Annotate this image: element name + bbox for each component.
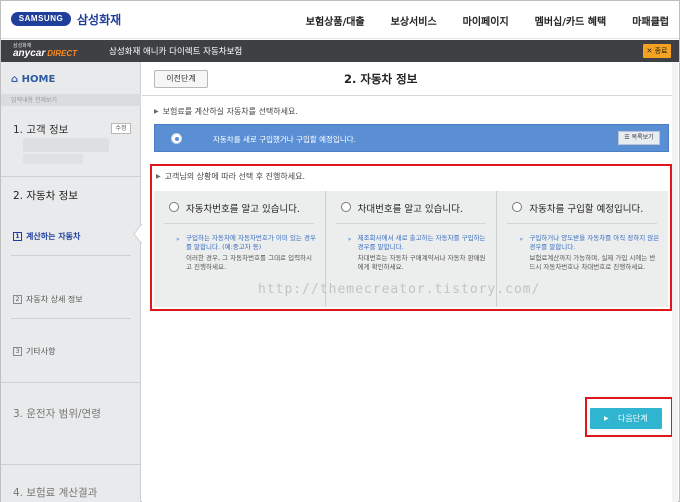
triangle-bullet-icon: ▶: [156, 173, 161, 180]
top-nav: 보험상품/대출 보상서비스 마이페이지 멤버십/카드 혜택 마패클럽: [280, 13, 669, 28]
sidebar-divider: [11, 318, 131, 319]
sidebar-divider: [1, 176, 141, 177]
option-radio[interactable]: [512, 202, 523, 212]
option-divider: [335, 223, 486, 224]
option-description: 제조회사에서 새로 출고하는 자동차를 구입하는 경우를 말합니다.: [357, 234, 486, 251]
top-header: SAMSUNG 삼성화재 보험상품/대출 보상서비스 마이페이지 멤버십/카드 …: [1, 1, 679, 39]
sidebar-divider: [1, 382, 141, 383]
masked-customer-info-2: [23, 154, 83, 164]
brand-name[interactable]: 삼성화재: [77, 11, 121, 28]
substep-label: 자동차 상세 정보: [26, 295, 83, 304]
option-description: 구입하거나 양도받을 자동차를 아직 정하지 않은 경우를 말합니다.: [529, 234, 660, 251]
substep-number: 3: [13, 347, 22, 356]
service-bar: 삼성화재 anycar DIRECT 삼성화재 애니카 다이렉트 자동차보험 ✕ …: [1, 40, 679, 62]
nav-my-page[interactable]: 마이페이지: [463, 13, 509, 28]
option-label: 자동차번호를 알고 있습니다.: [186, 204, 300, 215]
substep-car-to-calc[interactable]: 1 계산하는 자동차: [13, 231, 80, 242]
option-note: 차대번호는 자동차 구매계약서나 자동차 판매원에게 확인하세요.: [357, 254, 486, 271]
masked-customer-info: [23, 138, 109, 152]
nav-insurance-products[interactable]: 보험상품/대출: [306, 13, 365, 28]
samsung-logo[interactable]: SAMSUNG: [11, 12, 71, 26]
substep-other[interactable]: 3 기타사항: [13, 346, 55, 357]
watermark-text: http://themecreator.tistory.com/: [258, 282, 541, 297]
step-premium-result[interactable]: 4. 보험료 계산결과: [13, 485, 97, 500]
edit-customer-button[interactable]: 수정: [111, 123, 131, 134]
view-all-input-bar[interactable]: 입력내용 전체보기: [1, 94, 141, 106]
instruction-select-car: ▶ 보험료를 계산하실 자동차를 선택하세요.: [154, 106, 298, 117]
substep-car-detail[interactable]: 2 자동차 상세 정보: [13, 294, 83, 305]
chevron-right-icon: ▶: [604, 415, 609, 422]
option-divider: [507, 223, 658, 224]
sidebar-divider: [1, 464, 141, 465]
selected-car-option[interactable]: 자동차를 새로 구입했거나 구입할 예정입니다. ☰ 목록보기: [154, 124, 669, 152]
instruction-text: 고객님의 상황에 따라 선택 후 진행하세요.: [164, 172, 306, 181]
substep-number: 1: [13, 232, 22, 241]
anycar-logo: anycar DIRECT: [13, 48, 77, 59]
next-step-label: 다음단계: [618, 414, 648, 423]
arrow-bullet-icon: »: [176, 236, 180, 243]
home-link[interactable]: ⌂ HOME: [11, 74, 55, 85]
arrow-bullet-icon: »: [519, 236, 524, 243]
nav-membership[interactable]: 멤버십/카드 혜택: [535, 13, 607, 28]
option-radio[interactable]: [340, 202, 351, 212]
anycar-tag: DIRECT: [47, 49, 78, 58]
list-icon: ☰: [624, 134, 632, 141]
substep-label: 기타사항: [26, 347, 56, 356]
view-all-caption: 입력내용 전체보기: [11, 97, 58, 104]
next-step-button[interactable]: ▶ 다음단계: [590, 408, 662, 429]
option-label: 자동차를 구입할 예정입니다.: [529, 204, 644, 215]
title-divider: [142, 95, 678, 96]
instruction-choose-situation: ▶ 고객님의 상황에 따라 선택 후 진행하세요.: [156, 171, 305, 182]
anycar-brand: anycar: [13, 48, 46, 59]
home-icon: ⌂: [11, 74, 22, 85]
nav-club[interactable]: 마패클럽: [632, 13, 669, 28]
previous-step-button[interactable]: 이전단계: [154, 70, 208, 88]
home-label: HOME: [21, 74, 56, 85]
option-radio[interactable]: [169, 202, 179, 212]
list-view-label: 목록보기: [631, 134, 654, 141]
step-customer-info[interactable]: 1. 고객 정보: [13, 122, 68, 137]
list-view-button[interactable]: ☰ 목록보기: [618, 131, 660, 145]
page-title: 2. 자동차 정보: [344, 72, 418, 86]
exit-button[interactable]: ✕ 종료: [643, 44, 671, 58]
service-title: 삼성화재 애니카 다이렉트 자동차보험: [109, 47, 243, 57]
option-note: 이러한 경우, 그 자동차번호를 그대로 입력하시고 진행하세요.: [186, 254, 313, 271]
scrollbar[interactable]: [672, 62, 678, 502]
option-note: 보험료계산까지 가능하며, 실제 가입 시에는 반드시 자동차번호나 차대번호로…: [529, 254, 656, 271]
option-divider: [164, 223, 314, 224]
arrow-bullet-icon: »: [347, 236, 352, 243]
option-label: 차대번호를 알고 있습니다.: [357, 204, 463, 215]
selected-radio[interactable]: [171, 133, 182, 144]
instruction-text: 보험료를 계산하실 자동차를 선택하세요.: [162, 107, 298, 116]
substep-label: 계산하는 자동차: [26, 232, 81, 241]
triangle-bullet-icon: ▶: [154, 108, 159, 115]
nav-claims-service[interactable]: 보상서비스: [391, 13, 437, 28]
selected-option-text: 자동차를 새로 구입했거나 구입할 예정입니다.: [213, 135, 357, 144]
step-driver-range[interactable]: 3. 운전자 범위/연령: [13, 406, 101, 421]
step-car-info[interactable]: 2. 자동차 정보: [13, 188, 78, 203]
option-description: 구입하는 자동차에 자동차번호가 이미 있는 경우를 말합니다. (예:중고차 …: [186, 234, 316, 251]
sidebar: ⌂ HOME 입력내용 전체보기 1. 고객 정보 수정 2. 자동차 정보 1…: [1, 62, 143, 502]
sidebar-divider: [11, 255, 131, 256]
substep-number: 2: [13, 295, 22, 304]
